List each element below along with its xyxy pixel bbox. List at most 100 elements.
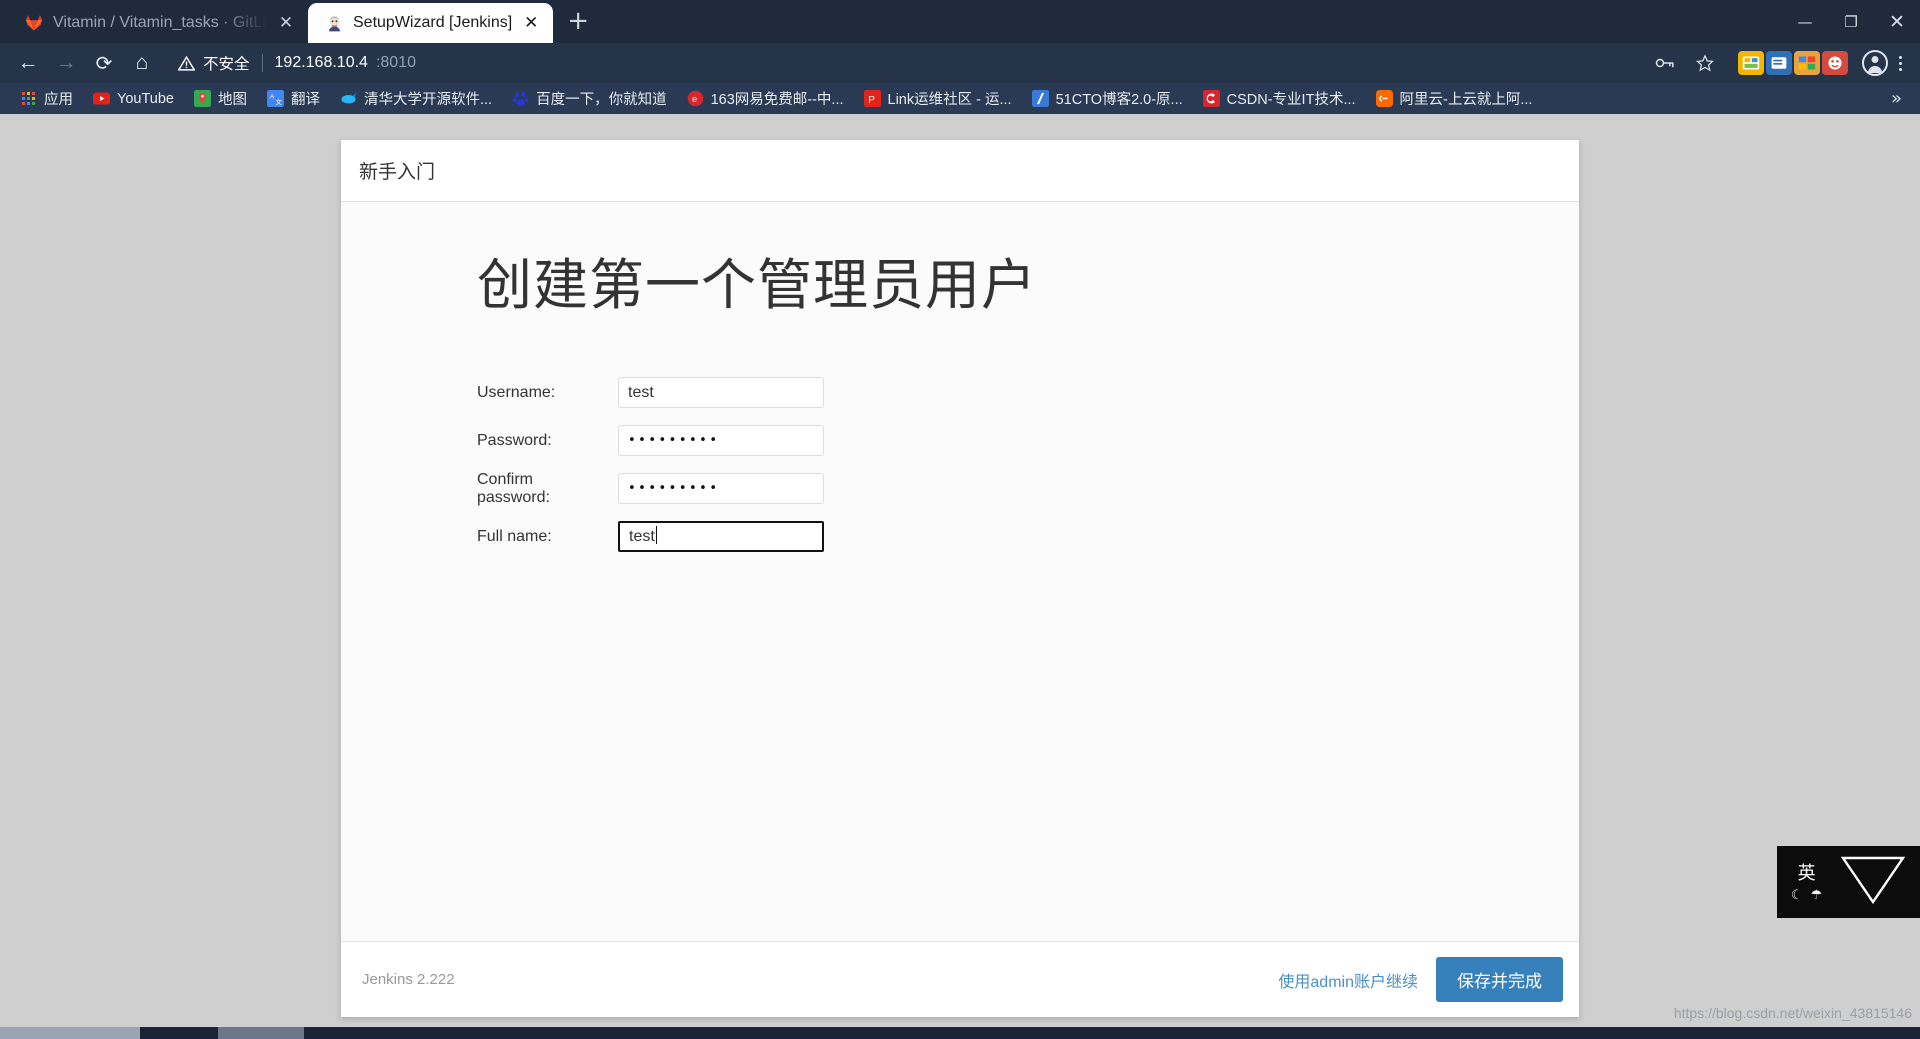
- bookmark-label: 阿里云-上云就上阿...: [1399, 92, 1533, 108]
- form-row-username: Username:: [477, 377, 1579, 409]
- bookmark-label: YouTube: [117, 90, 174, 107]
- tuna-mirror-icon: [340, 90, 357, 107]
- bookmark-label: 51CTO博客2.0-原...: [1055, 92, 1183, 108]
- bookmark-label: 翻译: [290, 92, 320, 108]
- apps-grid-icon: [20, 90, 37, 107]
- minimize-button[interactable]: —: [1782, 0, 1828, 43]
- bookmark-link-community[interactable]: P Link运维社区 - 运...: [854, 86, 1022, 112]
- bookmark-baidu[interactable]: 百度一下，你就知道: [502, 86, 677, 112]
- wizard-body: 创建第一个管理员用户 Username: Password: •••••••••…: [341, 202, 1579, 941]
- url-port: :8010: [375, 54, 416, 71]
- close-icon[interactable]: ✕: [276, 14, 296, 32]
- tab-title: SetupWizard [Jenkins]: [353, 14, 513, 31]
- confirm-password-input[interactable]: •••••••••: [618, 473, 824, 505]
- extension-4-icon[interactable]: [1822, 51, 1848, 75]
- browser-tab-jenkins[interactable]: SetupWizard [Jenkins] ✕: [308, 3, 554, 43]
- bookmark-label: 地图: [217, 92, 247, 108]
- ime-indicator-osd: 英 ☾ ☂: [1777, 846, 1920, 918]
- password-input[interactable]: •••••••••: [618, 425, 824, 457]
- bookmark-label: 应用: [44, 92, 73, 108]
- text-caret: [655, 526, 657, 545]
- wizard-header-title: 新手入门: [359, 162, 436, 183]
- jenkins-icon: [324, 13, 344, 33]
- forward-icon[interactable]: →: [48, 47, 84, 79]
- continue-as-admin-link[interactable]: 使用admin账户继续: [1278, 968, 1418, 992]
- triangle-down-icon: [1840, 854, 1906, 911]
- taskbar-segment: [0, 1027, 140, 1039]
- admin-user-form: Username: Password: ••••••••• Confirm pa…: [477, 377, 1579, 553]
- profile-avatar-icon[interactable]: [1862, 50, 1888, 76]
- form-row-full-name: Full name: test: [477, 521, 1579, 553]
- close-window-button[interactable]: ✕: [1874, 0, 1920, 43]
- netease-mail-icon: e: [687, 90, 704, 107]
- save-and-finish-button[interactable]: 保存并完成: [1436, 957, 1563, 1002]
- tab-strip: Vitamin / Vitamin_tasks · GitLab ✕ Setup…: [0, 0, 1920, 43]
- reload-icon[interactable]: ⟳: [86, 47, 122, 79]
- csdn-icon: [1202, 90, 1220, 107]
- wizard-header: 新手入门: [341, 140, 1579, 202]
- full-name-value: test: [629, 528, 655, 546]
- ime-status: 英 ☾ ☂: [1791, 864, 1822, 901]
- svg-text:文: 文: [275, 97, 282, 106]
- ime-sub-icons: ☾ ☂: [1791, 888, 1822, 901]
- setup-wizard-panel: 新手入门 创建第一个管理员用户 Username: Password: ••••…: [341, 140, 1579, 1017]
- full-name-label: Full name:: [477, 527, 552, 545]
- full-name-input[interactable]: test: [618, 521, 824, 553]
- bookmark-netease-mail[interactable]: e 163网易免费邮--中...: [677, 86, 854, 112]
- baidu-icon: [512, 90, 529, 107]
- bookmark-tuna[interactable]: 清华大学开源软件...: [330, 86, 502, 112]
- browser-toolbar: ← → ⟳ ⌂ 不安全 192.168.10.4 :8010: [0, 43, 1920, 83]
- cto51-icon: [1031, 90, 1049, 107]
- bookmarks-bar: 应用 YouTube 地图 A文 翻译 清华大学开源软件... 百度一下，你就知…: [0, 83, 1920, 114]
- new-tab-button[interactable]: +: [561, 6, 595, 40]
- browser-window: Vitamin / Vitamin_tasks · GitLab ✕ Setup…: [0, 0, 1920, 1039]
- taskbar-strip: [0, 1027, 1920, 1039]
- translate-icon: A文: [266, 90, 284, 107]
- warning-triangle-icon: [178, 55, 195, 72]
- extension-2-icon[interactable]: [1766, 51, 1792, 75]
- bookmark-label: CSDN-专业IT技术...: [1226, 92, 1356, 108]
- footer-actions: 使用admin账户继续 保存并完成: [1278, 957, 1563, 1002]
- back-icon[interactable]: ←: [10, 47, 46, 79]
- password-label: Password:: [477, 431, 552, 449]
- confirm-password-masked-value: •••••••••: [628, 481, 720, 497]
- kebab-menu-icon[interactable]: [1890, 50, 1910, 76]
- omnibox-divider: [261, 54, 263, 72]
- page-title: 创建第一个管理员用户: [477, 254, 1038, 316]
- maximize-button[interactable]: ❐: [1828, 0, 1874, 43]
- extension-3-icon[interactable]: [1794, 51, 1820, 75]
- bookmark-csdn[interactable]: CSDN-专业IT技术...: [1193, 86, 1366, 112]
- bookmark-label: Link运维社区 - 运...: [887, 92, 1012, 108]
- form-row-password: Password: •••••••••: [477, 425, 1579, 457]
- bookmark-translate[interactable]: A文 翻译: [257, 86, 330, 112]
- shape-icon: ☂: [1810, 886, 1823, 902]
- bookmark-aliyun[interactable]: 阿里云-上云就上阿...: [1366, 86, 1543, 112]
- svg-text:P: P: [868, 95, 875, 106]
- window-controls: — ❐ ✕: [1782, 0, 1920, 43]
- bookmark-label: 清华大学开源软件...: [363, 92, 493, 108]
- address-bar[interactable]: 不安全 192.168.10.4 :8010: [168, 47, 1728, 79]
- browser-tab-gitlab[interactable]: Vitamin / Vitamin_tasks · GitLab ✕: [8, 3, 308, 43]
- moon-icon: ☾: [1791, 886, 1803, 902]
- youtube-icon: [93, 90, 110, 107]
- ime-mode-label: 英: [1797, 862, 1816, 883]
- close-icon[interactable]: ✕: [521, 14, 541, 32]
- username-input[interactable]: [618, 377, 824, 409]
- username-label: Username:: [477, 383, 556, 401]
- home-icon[interactable]: ⌂: [124, 47, 160, 79]
- taskbar-segment: [218, 1027, 304, 1039]
- form-row-confirm-password: Confirm password: •••••••••: [477, 471, 1579, 506]
- key-icon[interactable]: [1652, 50, 1678, 76]
- bookmark-maps[interactable]: 地图: [184, 86, 257, 112]
- gitlab-icon: [24, 13, 44, 33]
- link-community-icon: P: [863, 90, 881, 107]
- bookmark-51cto[interactable]: 51CTO博客2.0-原...: [1022, 86, 1193, 112]
- bookmarks-overflow-button[interactable]: »: [1883, 88, 1910, 109]
- aliyun-icon: [1375, 90, 1393, 107]
- star-icon[interactable]: [1692, 50, 1718, 76]
- bookmark-youtube[interactable]: YouTube: [83, 86, 184, 112]
- maps-pin-icon: [193, 90, 211, 107]
- bookmark-label: 163网易免费邮--中...: [710, 92, 844, 108]
- bookmark-apps[interactable]: 应用: [10, 86, 83, 112]
- extension-1-icon[interactable]: [1738, 51, 1764, 75]
